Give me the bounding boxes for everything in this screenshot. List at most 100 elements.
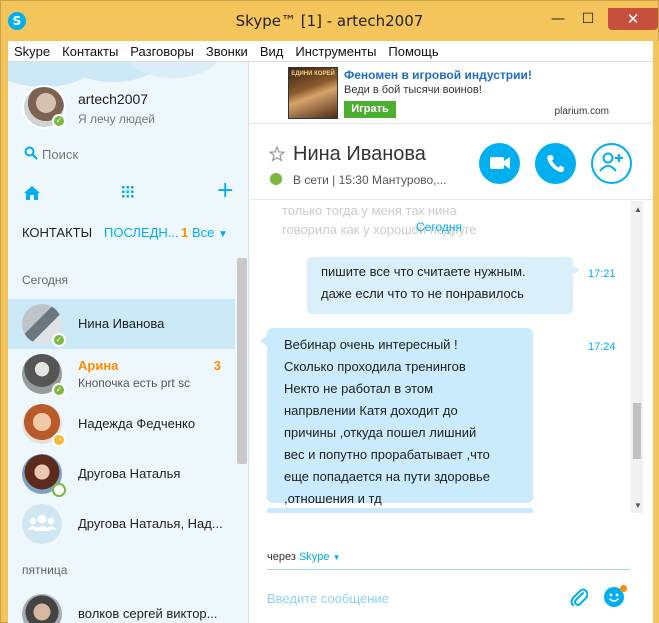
- bubble-tail: [260, 336, 267, 346]
- ad-image-label: ЕДИНИ КОРЕЙ: [291, 71, 335, 77]
- messages-scrollbar[interactable]: ▲ ▼: [631, 201, 643, 513]
- message-bubble-incoming[interactable]: [267, 508, 533, 513]
- status-separator: |: [332, 173, 336, 187]
- app-content: ✓ artech2007 Я лечу людей + КОНТАКТЫ ПОС…: [8, 62, 653, 623]
- dialpad-icon[interactable]: [122, 186, 134, 198]
- add-person-icon: [599, 152, 623, 172]
- contact-item[interactable]: Другова Наталья, Над...: [8, 499, 235, 549]
- conversation-panel: ЕДИНИ КОРЕЙ Феномен в игровой индустрии!…: [250, 62, 653, 623]
- menu-view[interactable]: Вид: [254, 41, 290, 59]
- scroll-up-icon[interactable]: ▲: [634, 205, 642, 214]
- contact-name: волков сергей виктор...: [78, 606, 218, 621]
- contact-avatar: [22, 594, 62, 623]
- send-via-selector[interactable]: через Skype ▼: [267, 551, 341, 563]
- star-icon[interactable]: [269, 146, 285, 162]
- sidebar: ✓ artech2007 Я лечу людей + КОНТАКТЫ ПОС…: [8, 62, 249, 623]
- my-name[interactable]: artech2007: [78, 91, 148, 107]
- via-service: Skype: [298, 551, 330, 563]
- sidebar-scrollbar[interactable]: [237, 258, 247, 464]
- message-line: Вебинар очень интересный !: [284, 337, 458, 352]
- contact-name: Другова Наталья: [78, 466, 181, 481]
- message-bubble-incoming[interactable]: Вебинар очень интересный ! Сколько прохо…: [267, 328, 533, 506]
- add-contact-icon[interactable]: +: [216, 180, 234, 202]
- filter-label: Все: [192, 225, 215, 240]
- contact-name: Нина Иванова: [78, 316, 165, 331]
- contact-item[interactable]: ✓ волков сергей виктор...: [8, 589, 235, 623]
- message-time: 17:21: [588, 268, 616, 280]
- away-status-icon: ◔: [52, 433, 66, 447]
- video-icon: [490, 157, 510, 169]
- section-friday: пятница: [22, 563, 68, 577]
- online-status-icon: ✓: [52, 333, 66, 347]
- ad-play-button[interactable]: Играть: [344, 101, 396, 118]
- ad-domain[interactable]: plarium.com: [555, 106, 609, 117]
- message-line: даже если что то не понравилось: [321, 286, 524, 301]
- call-button[interactable]: [535, 143, 576, 184]
- offline-status-icon: [52, 483, 66, 497]
- search-input[interactable]: [42, 143, 232, 165]
- menu-contacts[interactable]: Контакты: [56, 41, 124, 59]
- menu-help[interactable]: Помощь: [382, 41, 444, 59]
- scrollbar-thumb[interactable]: [633, 403, 641, 459]
- ad-title[interactable]: Феномен в игровой индустрии!: [344, 68, 532, 82]
- search-icon: [24, 146, 38, 160]
- chat-status-text: В сети: [293, 173, 329, 187]
- composer-divider: [267, 569, 630, 570]
- chat-title[interactable]: Нина Иванова: [293, 143, 426, 166]
- contact-item[interactable]: ◔ Надежда Федченко: [8, 399, 235, 449]
- via-prefix: через: [267, 551, 296, 563]
- close-button[interactable]: ✕: [608, 8, 658, 30]
- my-mood[interactable]: Я лечу людей: [78, 112, 155, 126]
- unread-count-badge: 3: [213, 358, 221, 373]
- home-icon[interactable]: [24, 186, 40, 200]
- menu-tools[interactable]: Инструменты: [289, 41, 382, 59]
- menu-bar: Skype Контакты Разговоры Звонки Вид Инструмен…: [8, 41, 653, 62]
- paperclip-icon[interactable]: [570, 588, 588, 608]
- contact-name: Арина: [78, 358, 119, 373]
- contact-item[interactable]: ✓ Нина Иванова: [8, 299, 235, 349]
- message-line: вес и попутно прорабатывает ,что: [284, 447, 490, 462]
- message-line: ,отношения и тд: [284, 491, 382, 506]
- online-status-icon: ✓: [52, 383, 66, 397]
- tab-contacts[interactable]: КОНТАКТЫ: [22, 225, 92, 240]
- notification-dot: [620, 585, 627, 592]
- message-history: только тогда у меня так нина говорила как…: [250, 201, 640, 513]
- tab-recent[interactable]: ПОСЛЕДН...: [104, 225, 179, 240]
- video-call-button[interactable]: [479, 143, 520, 184]
- menu-conversations[interactable]: Разговоры: [124, 41, 200, 59]
- section-today: Сегодня: [22, 273, 68, 287]
- chevron-down-icon: ▼: [218, 229, 228, 240]
- bubble-tail: [573, 265, 580, 275]
- ad-subtitle: Веди в бой тысячи воинов!: [344, 84, 482, 96]
- ad-image[interactable]: ЕДИНИ КОРЕЙ: [288, 67, 338, 119]
- scroll-down-icon[interactable]: ▼: [634, 501, 642, 510]
- online-status-icon: ✓: [52, 114, 66, 128]
- message-time: 17:24: [588, 341, 616, 353]
- ad-banner[interactable]: ЕДИНИ КОРЕЙ Феномен в игровой индустрии!…: [250, 62, 653, 124]
- message-input[interactable]: [267, 588, 557, 608]
- filter-dropdown[interactable]: Все ▼: [192, 225, 228, 240]
- chat-status-detail: 15:30 Мантурово,...: [338, 173, 447, 187]
- phone-icon: [547, 155, 564, 173]
- chat-status[interactable]: В сети | 15:30 Мантурово,...: [293, 173, 447, 187]
- contact-name: Надежда Федченко: [78, 416, 196, 431]
- message-bubble-outgoing[interactable]: пишите все что считаете нужным. даже есл…: [307, 257, 573, 314]
- message-line: еще попадается на пути здоровье: [284, 469, 490, 484]
- title-bar: S Skype™ [1] - artech2007 — ☐ ✕: [1, 1, 658, 41]
- message-line: Некто не работал в этом: [284, 381, 434, 396]
- message-line: пишите все что считаете нужным.: [321, 264, 526, 279]
- chevron-down-icon: ▼: [332, 553, 341, 562]
- message-line: причины ,откуда пошел лишний: [284, 425, 477, 440]
- minimize-button[interactable]: —: [543, 8, 573, 30]
- contact-name: Другова Наталья, Над...: [78, 516, 223, 531]
- menu-calls[interactable]: Звонки: [200, 41, 254, 59]
- add-people-button[interactable]: [591, 143, 632, 184]
- recent-unread-count: 1: [181, 225, 189, 240]
- maximize-button[interactable]: ☐: [573, 8, 603, 30]
- contact-item[interactable]: ✓ Арина Кнопочка есть prt sc 3: [8, 349, 235, 399]
- menu-skype[interactable]: Skype: [8, 41, 56, 59]
- contact-item[interactable]: Другова Наталья: [8, 449, 235, 499]
- skype-window: S Skype™ [1] - artech2007 — ☐ ✕ Skype Кон…: [0, 0, 659, 623]
- online-status-icon: [270, 173, 282, 185]
- window-frame-edge: [653, 41, 659, 623]
